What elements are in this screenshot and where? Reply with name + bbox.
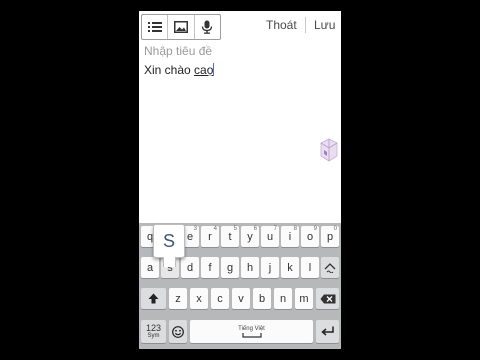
cube-handle-icon[interactable] — [320, 138, 338, 162]
toolbar-divider — [305, 17, 306, 33]
tone-mark-icon — [324, 262, 336, 273]
key-f[interactable]: f — [201, 257, 219, 278]
backspace-key[interactable] — [316, 288, 339, 309]
key-v[interactable]: v — [232, 288, 250, 309]
key-k[interactable]: k — [281, 257, 299, 278]
key-preview-popup: S — [153, 224, 185, 267]
list-icon — [147, 22, 162, 32]
emoji-icon — [172, 325, 184, 338]
shift-key[interactable] — [141, 288, 166, 309]
key-n[interactable]: n — [274, 288, 292, 309]
enter-key[interactable] — [316, 320, 339, 343]
list-button[interactable] — [142, 15, 169, 39]
key-b[interactable]: b — [253, 288, 271, 309]
body-text: Xin chào — [144, 63, 195, 77]
phone-screen: Thoát Lưu Nhập tiêu đề Xin chào caọ q1 2… — [139, 11, 341, 349]
key-l[interactable]: l — [301, 257, 319, 278]
key-r[interactable]: r4 — [201, 226, 219, 247]
key-h[interactable]: h — [241, 257, 259, 278]
key-m[interactable]: m — [295, 288, 313, 309]
image-icon — [173, 21, 188, 33]
key-o[interactable]: o9 — [301, 226, 319, 247]
symbols-key[interactable]: 123 Sym — [141, 320, 166, 343]
tone-mark-key[interactable] — [321, 257, 339, 278]
key-u[interactable]: u7 — [261, 226, 279, 247]
voice-input-button[interactable] — [195, 15, 220, 39]
insert-image-button[interactable] — [168, 15, 195, 39]
key-g[interactable]: g — [221, 257, 239, 278]
save-button[interactable]: Lưu — [314, 18, 335, 32]
key-a[interactable]: a — [141, 257, 159, 278]
memo-toolbar: Thoát Lưu — [139, 11, 341, 41]
composing-text: caọ — [194, 63, 214, 77]
text-cursor — [213, 63, 215, 76]
key-y[interactable]: y6 — [241, 226, 259, 247]
space-language-label: Tiếng Việt — [238, 325, 265, 332]
note-body-editor[interactable]: Xin chào caọ — [144, 63, 215, 77]
key-p[interactable]: p0 — [321, 226, 339, 247]
exit-button[interactable]: Thoát — [266, 18, 297, 32]
key-j[interactable]: j — [261, 257, 279, 278]
backspace-icon — [320, 294, 335, 303]
title-input[interactable]: Nhập tiêu đề — [144, 44, 212, 58]
insert-tools-group — [141, 14, 221, 40]
key-i[interactable]: i8 — [281, 226, 299, 247]
key-c[interactable]: c — [211, 288, 229, 309]
shift-icon — [148, 293, 159, 304]
virtual-keyboard: q1 2 e3 r4 t5 y6 u7 i8 o9 p0 a s d f g h… — [139, 223, 341, 349]
emoji-key[interactable] — [169, 320, 187, 343]
key-t[interactable]: t5 — [221, 226, 239, 247]
key-d[interactable]: d — [181, 257, 199, 278]
microphone-icon — [202, 20, 213, 34]
space-key[interactable]: Tiếng Việt — [190, 320, 313, 343]
key-x[interactable]: x — [190, 288, 208, 309]
key-z[interactable]: z — [169, 288, 187, 309]
space-icon — [241, 332, 262, 338]
enter-icon — [320, 326, 334, 336]
